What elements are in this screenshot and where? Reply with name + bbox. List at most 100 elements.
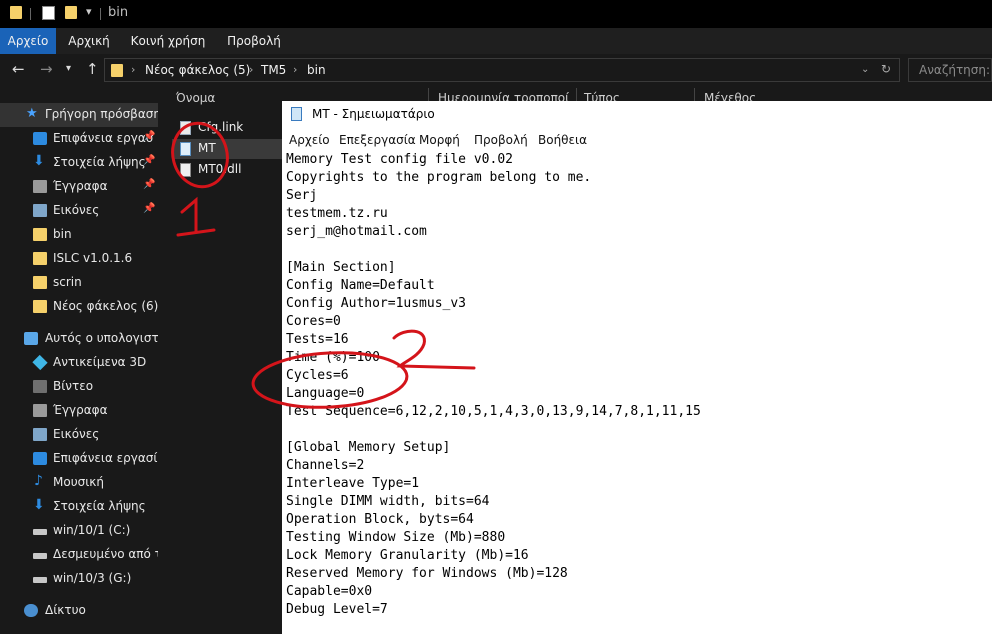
sidebar-item-downloads[interactable]: ⬇ Στοιχεία λήψης 📌	[0, 151, 158, 175]
text-line: [Main Section]	[286, 260, 396, 275]
documents-icon	[33, 404, 47, 417]
sidebar-item-new-folder-6[interactable]: Νέος φάκελος (6)	[0, 295, 158, 319]
text-line: Time (%)=100	[286, 350, 380, 365]
network-icon	[24, 604, 38, 617]
sidebar-item-drive-g[interactable]: win/10/3 (G:)	[0, 567, 158, 591]
refresh-icon[interactable]: ↻	[881, 62, 891, 76]
sidebar-item-label: bin	[53, 227, 72, 241]
sidebar-item-label: scrin	[53, 275, 82, 289]
text-line: Interleave Type=1	[286, 476, 420, 491]
text-line: Reserved Memory for Windows (Mb)=128	[286, 566, 568, 581]
tab-file[interactable]: Αρχείο	[0, 28, 56, 54]
sidebar-item-quick-access[interactable]: ★ Γρήγορη πρόσβαση	[0, 103, 158, 127]
sidebar-item-pictures-pc[interactable]: Εικόνες	[0, 423, 158, 447]
sidebar-item-reserved[interactable]: Δεσμευμένο από το	[0, 543, 158, 567]
chevron-down-icon[interactable]: ⌄	[861, 64, 869, 75]
desktop-icon	[33, 132, 47, 145]
tab-view[interactable]: Προβολή	[220, 28, 288, 54]
pin-icon[interactable]: 📌	[143, 203, 155, 214]
up-arrow-icon[interactable]: ↑	[86, 60, 99, 78]
menu-view[interactable]: Προβολή	[474, 133, 528, 147]
sidebar-item-this-pc[interactable]: Αυτός ο υπολογιστή	[0, 327, 158, 351]
properties-icon[interactable]	[42, 6, 55, 20]
sidebar-item-islc[interactable]: ISLC v1.0.1.6	[0, 247, 158, 271]
sidebar-item-scrin[interactable]: scrin	[0, 271, 158, 295]
sidebar-item-label: Δίκτυο	[45, 603, 86, 617]
sidebar-item-label: Επιφάνεια εργασ	[53, 131, 154, 145]
notepad-menu-bar: Αρχείο Επεξεργασία Μορφή Προβολή Βοήθεια	[282, 129, 992, 151]
sidebar-item-desktop-pc[interactable]: Επιφάνεια εργασίας	[0, 447, 158, 471]
text-line: testmem.tz.ru	[286, 206, 388, 221]
chevron-right-icon[interactable]: ›	[249, 63, 253, 76]
pin-icon[interactable]: 📌	[143, 131, 155, 142]
text-line: Language=0	[286, 386, 365, 401]
chevron-right-icon[interactable]: ›	[293, 63, 297, 76]
sidebar-item-label: ISLC v1.0.1.6	[53, 251, 133, 265]
sidebar-item-downloads-pc[interactable]: ⬇ Στοιχεία λήψης	[0, 495, 158, 519]
notepad-icon	[291, 107, 302, 121]
sidebar-item-music[interactable]: ♪ Μουσική	[0, 471, 158, 495]
folder-icon	[33, 276, 47, 289]
sidebar-item-documents-pc[interactable]: Έγγραφα	[0, 399, 158, 423]
tab-home[interactable]: Αρχική	[60, 28, 118, 54]
pin-icon[interactable]: 📌	[143, 155, 155, 166]
menu-help[interactable]: Βοήθεια	[538, 133, 587, 147]
divider	[100, 8, 101, 20]
download-icon: ⬇	[33, 497, 45, 513]
sidebar-item-pictures[interactable]: Εικόνες 📌	[0, 199, 158, 223]
pictures-icon	[33, 204, 47, 217]
sidebar-item-label: Βίντεο	[53, 379, 94, 393]
notepad-title-bar[interactable]: MT - Σημειωματάριο	[282, 101, 992, 127]
breadcrumb-item[interactable]: TM5	[261, 63, 286, 77]
pin-icon[interactable]: 📌	[143, 179, 155, 190]
tab-share[interactable]: Κοινή χρήση	[126, 28, 210, 54]
column-name[interactable]: Όνομα	[176, 91, 215, 105]
sidebar-item-label: Μουσική	[53, 475, 104, 489]
desktop-icon	[33, 452, 47, 465]
text-line: Memory Test config file v0.02	[286, 152, 513, 167]
notepad-text-area[interactable]: Memory Test config file v0.02 Copyrights…	[286, 151, 986, 634]
sidebar-item-drive-c[interactable]: win/10/1 (C:)	[0, 519, 158, 543]
new-folder-icon[interactable]	[65, 6, 77, 19]
list-item[interactable]: MT	[172, 139, 290, 159]
forward-arrow-icon[interactable]: →	[40, 60, 53, 78]
text-line: serj_m@hotmail.com	[286, 224, 427, 239]
sidebar-item-label: Γρήγορη πρόσβαση	[45, 107, 158, 121]
address-bar[interactable]: › Νέος φάκελος (5) › TM5 › bin ⌄ ↻	[104, 58, 900, 82]
sidebar-item-label: Νέος φάκελος (6)	[53, 299, 158, 313]
sidebar-item-documents[interactable]: Έγγραφα 📌	[0, 175, 158, 199]
menu-edit[interactable]: Επεξεργασία	[339, 133, 416, 147]
file-name: MT0.dll	[198, 162, 242, 176]
file-icon	[180, 121, 191, 135]
sidebar-item-3d-objects[interactable]: Αντικείμενα 3D	[0, 351, 158, 375]
sidebar-item-bin[interactable]: bin	[0, 223, 158, 247]
folder-icon	[111, 64, 123, 77]
download-icon: ⬇	[33, 153, 45, 169]
search-input[interactable]: Αναζήτηση: bin	[908, 58, 992, 82]
text-line: Single DIMM width, bits=64	[286, 494, 490, 509]
sidebar-item-label: Έγγραφα	[53, 179, 108, 193]
chevron-right-icon[interactable]: ›	[131, 63, 135, 76]
sidebar-item-videos[interactable]: Βίντεο	[0, 375, 158, 399]
recent-locations-icon[interactable]: ▾	[66, 63, 71, 74]
pictures-icon	[33, 428, 47, 441]
sidebar-item-label: Εικόνες	[53, 203, 100, 217]
sidebar-item-desktop[interactable]: Επιφάνεια εργασ 📌	[0, 127, 158, 151]
notepad-window[interactable]: MT - Σημειωματάριο Αρχείο Επεξεργασία Μο…	[282, 101, 992, 634]
list-item[interactable]: MT0.dll	[172, 160, 282, 180]
back-arrow-icon[interactable]: ←	[12, 60, 25, 78]
menu-file[interactable]: Αρχείο	[289, 133, 330, 147]
text-line: Copyrights to the program belong to me.	[286, 170, 592, 185]
text-line: Lock Memory Granularity (Mb)=16	[286, 548, 529, 563]
text-file-icon	[180, 142, 191, 156]
sidebar-item-label: win/10/1 (C:)	[53, 523, 131, 537]
breadcrumb-item[interactable]: bin	[307, 63, 326, 77]
notepad-title: MT - Σημειωματάριο	[312, 107, 435, 121]
customize-toolbar-icon[interactable]: ▾	[86, 5, 92, 18]
menu-format[interactable]: Μορφή	[419, 133, 460, 147]
sidebar-item-network[interactable]: Δίκτυο	[0, 599, 158, 623]
navigation-pane[interactable]: ★ Γρήγορη πρόσβαση Επιφάνεια εργασ 📌 ⬇ Σ…	[0, 86, 158, 634]
cube-icon	[32, 354, 48, 371]
breadcrumb-item[interactable]: Νέος φάκελος (5)	[145, 63, 250, 77]
list-item[interactable]: Cfg.link	[172, 118, 282, 138]
